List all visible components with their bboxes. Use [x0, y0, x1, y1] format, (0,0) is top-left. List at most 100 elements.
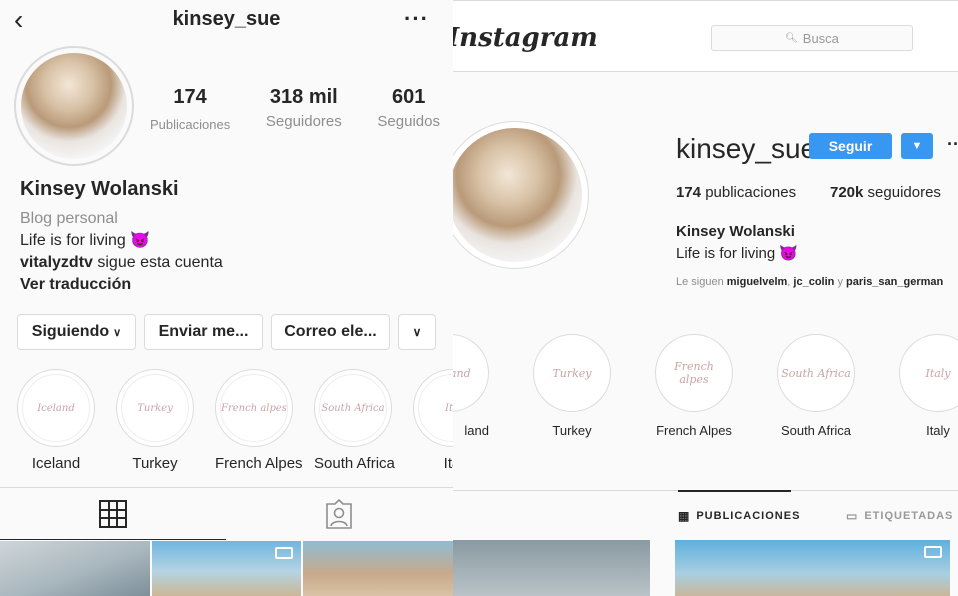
stat-following-count: 601	[392, 86, 426, 108]
highlight-iceland[interactable]: Iceland Iceland	[17, 369, 95, 472]
avatar[interactable]	[453, 121, 589, 269]
highlight-art: Turkey	[121, 374, 189, 442]
profile-tabs: ▦ PUBLICACIONES ▭ ETIQUETADAS	[453, 490, 958, 540]
search-input[interactable]: 🔍︎ Busca	[711, 25, 913, 51]
profile-tabs	[0, 487, 453, 540]
tagged-person-icon: ▭	[846, 509, 859, 523]
tab-grid[interactable]	[0, 488, 226, 540]
stat-posts-label: publicaciones	[701, 184, 797, 201]
highlight-cover: Turkey	[533, 334, 611, 412]
highlights-row: Iceland Iceland Turkey Turkey French alp…	[17, 369, 453, 472]
more-dots-icon[interactable]: ···	[404, 6, 429, 32]
followed-by[interactable]: Le siguen miguelvelm, jc_colin y paris_s…	[676, 276, 943, 288]
avatar[interactable]	[14, 46, 134, 166]
highlight-cover: Turkey	[116, 369, 194, 447]
tab-tagged[interactable]	[226, 488, 452, 540]
post-thumbnail[interactable]	[675, 540, 950, 596]
grid-icon	[99, 499, 127, 528]
highlight-label: Turkey	[132, 455, 178, 472]
stat-posts[interactable]: 174 Publicaciones	[150, 86, 230, 132]
stat-followers[interactable]: 318 mil Seguidores	[266, 86, 342, 132]
search-placeholder: Busca	[802, 30, 839, 46]
posts-grid	[0, 541, 453, 596]
highlight-label: land	[464, 423, 489, 438]
message-button[interactable]: Enviar me...	[144, 314, 263, 350]
post-thumbnail[interactable]	[0, 541, 150, 596]
mobile-header: ‹ kinsey_sue ···	[0, 0, 453, 40]
stat-posts-count: 174	[676, 184, 702, 201]
stat-following[interactable]: 601 Seguidos	[377, 86, 440, 132]
stat-followers[interactable]: 720k seguidores	[830, 184, 941, 201]
highlight-art: Iceland	[453, 366, 471, 380]
highlight-art: Ita	[418, 374, 453, 442]
profile-name: Kinsey Wolanski	[20, 178, 179, 200]
highlight-cover: South Africa	[777, 334, 855, 412]
highlight-italy[interactable]: Italy Italy	[899, 334, 958, 438]
followed-by-prefix: Le siguen	[676, 276, 727, 288]
highlight-cover: French alpes	[215, 369, 293, 447]
profile-bio: Kinsey Wolanski Blog personal Life is fo…	[20, 178, 440, 296]
highlight-cover: French alpes	[655, 334, 733, 412]
top-navbar: Instagram 🔍︎ Busca	[453, 0, 958, 72]
highlight-label: South Africa	[314, 455, 395, 472]
highlight-label: Italy	[926, 423, 950, 438]
highlight-iceland[interactable]: Iceland land	[453, 334, 489, 438]
stat-followers-count: 318 mil	[269, 86, 338, 108]
translate-link[interactable]: Ver traducción	[20, 274, 440, 296]
followed-by-text: sigue esta cuenta	[92, 254, 223, 271]
profile-username: kinsey_sue	[676, 133, 817, 164]
followed-by-user[interactable]: vitalyzdtv	[20, 254, 93, 271]
followed-by[interactable]: vitalyzdtv sigue esta cuenta	[20, 252, 440, 274]
bio-text: Life is for living 😈	[20, 232, 151, 249]
stat-posts-count: 174	[173, 86, 207, 108]
mobile-profile: ‹ kinsey_sue ··· 174 Publicaciones 318 m…	[0, 0, 453, 596]
highlight-south-africa[interactable]: South Africa South Africa	[314, 369, 395, 472]
more-dots-icon[interactable]: ··	[947, 134, 958, 155]
highlight-turkey[interactable]: Turkey Turkey	[533, 334, 611, 438]
highlight-label: South Africa	[780, 423, 852, 438]
highlight-cover: Ita	[413, 369, 453, 447]
highlight-south-africa[interactable]: South Africa South Africa	[777, 334, 855, 438]
highlight-label: French Alpes	[656, 423, 732, 438]
stat-following-label: Seguidos	[377, 113, 440, 130]
highlight-turkey[interactable]: Turkey Turkey	[116, 369, 194, 472]
highlight-cover: South Africa	[314, 369, 392, 447]
highlight-art: Iceland	[22, 374, 90, 442]
instagram-logo[interactable]: Instagram	[453, 23, 598, 53]
highlight-art: South Africa	[319, 374, 387, 442]
suggested-dropdown-button[interactable]: ∨	[398, 314, 436, 350]
search-icon: 🔍︎	[785, 32, 798, 44]
highlight-french-alpes[interactable]: French alpes French Alpes	[215, 369, 303, 472]
stat-followers-count: 720k	[830, 184, 864, 201]
grid-icon: ▦	[678, 509, 691, 523]
tab-tagged[interactable]: ▭ ETIQUETADAS	[846, 491, 953, 541]
avatar-image	[453, 128, 582, 262]
profile-category: Blog personal	[20, 210, 118, 227]
bio-text: Life is for living 😈	[676, 245, 799, 262]
tagged-person-icon	[326, 499, 352, 529]
follow-button[interactable]: Seguir	[809, 133, 892, 159]
followed-by-user[interactable]: miguelvelm	[727, 276, 788, 288]
post-thumbnail[interactable]	[151, 541, 302, 596]
stat-posts: 174 publicaciones	[676, 184, 796, 201]
following-button[interactable]: Siguiendo ∨	[17, 314, 136, 350]
highlight-art: French alpes	[674, 360, 714, 386]
post-thumbnail[interactable]	[453, 540, 650, 596]
tab-tagged-label: ETIQUETADAS	[864, 510, 954, 522]
tab-posts[interactable]: ▦ PUBLICACIONES	[678, 490, 799, 540]
following-button-label: Siguiendo	[31, 323, 110, 340]
followed-by-user[interactable]: jc_colin	[793, 276, 834, 288]
email-button[interactable]: Correo ele...	[271, 314, 390, 350]
followed-by-user[interactable]: paris_san_german	[846, 276, 943, 288]
highlight-art: French alpes	[220, 374, 288, 442]
profile-bio: Kinsey Wolanski Life is for living 😈	[676, 221, 798, 265]
post-thumbnail[interactable]	[303, 541, 453, 596]
highlight-italy[interactable]: Ita Ita	[413, 369, 453, 472]
action-buttons: Siguiendo ∨ Enviar me... Correo ele... ∨	[17, 314, 436, 350]
chevron-down-icon: ∨	[113, 326, 122, 339]
highlight-french-alpes[interactable]: French alpes French Alpes	[655, 334, 733, 438]
suggested-dropdown-button[interactable]: ▼	[901, 133, 933, 159]
highlight-cover: Iceland	[453, 334, 489, 412]
video-icon	[275, 547, 294, 559]
highlight-label: Turkey	[552, 423, 592, 438]
